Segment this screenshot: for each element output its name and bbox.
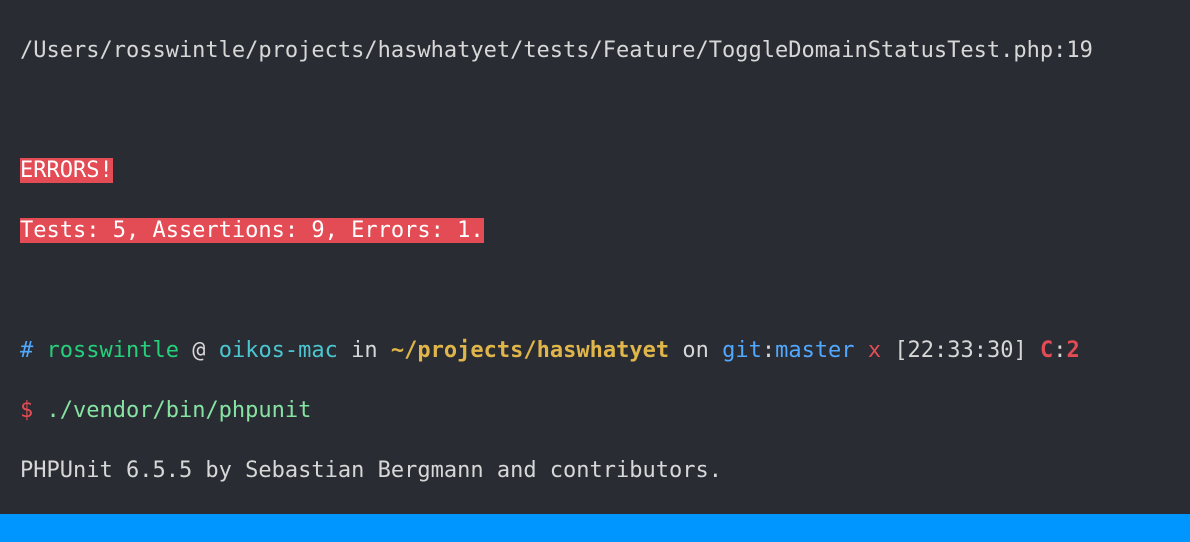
prompt-path: ~/projects/haswhatyet (391, 338, 669, 363)
prompt-git-dirty: x (868, 338, 881, 363)
prompt-exit-colon: : (1053, 338, 1066, 363)
command-line-1: $ ./vendor/bin/phpunit (20, 396, 1170, 426)
prompt-exit-label: C (1040, 338, 1053, 363)
prompt-git-colon: : (762, 338, 775, 363)
errors-header: ERRORS! (20, 156, 1170, 186)
typed-command: ./vendor/bin/phpunit (47, 398, 312, 423)
prompt-on: on (682, 338, 709, 363)
shell-prompt-1: # rosswintle @ oikos-mac in ~/projects/h… (20, 336, 1170, 366)
errors-summary-text: Tests: 5, Assertions: 9, Errors: 1. (20, 218, 484, 243)
errors-header-text: ERRORS! (20, 158, 113, 183)
phpunit-header: PHPUnit 6.5.5 by Sebastian Bergmann and … (20, 456, 1170, 486)
errors-summary: Tests: 5, Assertions: 9, Errors: 1. (20, 216, 1170, 246)
error-file-line: /Users/rosswintle/projects/haswhatyet/te… (20, 36, 1170, 66)
prompt-at: @ (192, 338, 205, 363)
prompt-time: [22:33:30] (894, 338, 1026, 363)
blank-line (20, 96, 1170, 126)
terminal-output[interactable]: /Users/rosswintle/projects/haswhatyet/te… (0, 0, 1190, 542)
prompt-dollar: $ (20, 398, 33, 423)
prompt-exit-code: 2 (1067, 338, 1080, 363)
prompt-user: rosswintle (47, 338, 179, 363)
prompt-git-branch: master (775, 338, 854, 363)
prompt-in: in (351, 338, 378, 363)
bottom-bar (0, 514, 1190, 542)
prompt-host: oikos-mac (219, 338, 338, 363)
prompt-hash: # (20, 338, 33, 363)
prompt-git-label: git (722, 338, 762, 363)
blank-line (20, 276, 1170, 306)
